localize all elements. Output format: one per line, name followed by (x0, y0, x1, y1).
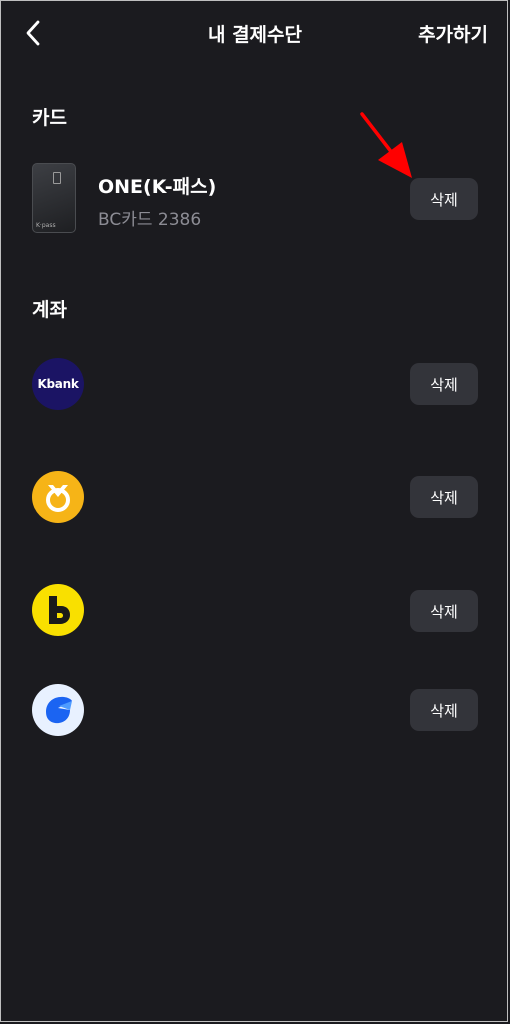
card-chip-icon (53, 172, 61, 184)
card-delete-button[interactable]: 삭제 (410, 178, 478, 220)
account-delete-button[interactable]: 삭제 (410, 363, 478, 405)
kbank-logo-icon: Kbank (32, 358, 84, 410)
section-title-account: 계좌 (32, 299, 67, 321)
toss-logo-icon (32, 684, 84, 736)
card-number: BC카드 2386 (98, 210, 202, 230)
card-thumbnail: K·pass (32, 163, 76, 233)
kb-bank-logo-icon (32, 471, 84, 523)
card-thumb-logo: K·pass (36, 222, 56, 229)
section-title-card: 카드 (32, 107, 67, 129)
account-delete-button[interactable]: 삭제 (410, 590, 478, 632)
add-payment-button[interactable]: 추가하기 (418, 20, 488, 47)
header: 내 결제수단 추가하기 (0, 0, 510, 68)
kbank-logo-text: Kbank (37, 377, 79, 391)
annotation-arrow-icon (360, 112, 412, 178)
account-delete-button[interactable]: 삭제 (410, 476, 478, 518)
card-name: ONE(K-패스) (98, 176, 217, 198)
kakaobank-logo-icon (32, 584, 84, 636)
account-delete-button[interactable]: 삭제 (410, 689, 478, 731)
